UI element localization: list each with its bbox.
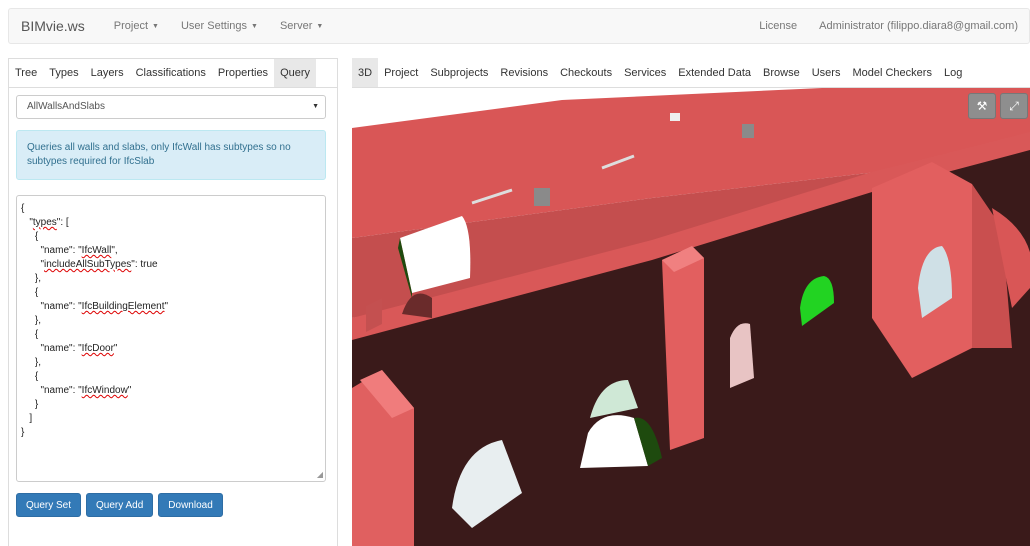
- building-model: [352, 88, 1030, 546]
- tab-classifications[interactable]: Classifications: [130, 59, 212, 87]
- top-navbar: BIMvie.ws Project ▼ User Settings ▼ Server…: [8, 8, 1030, 44]
- tab-layers[interactable]: Layers: [85, 59, 130, 87]
- menu-user-settings[interactable]: User Settings ▼: [170, 20, 269, 32]
- fixture-box: [742, 124, 754, 138]
- window-arched: [730, 323, 754, 388]
- 3d-viewer-canvas[interactable]: ⚒ ⤢: [352, 88, 1030, 546]
- license-link[interactable]: License: [748, 20, 808, 32]
- chevron-down-icon: ▼: [312, 103, 319, 110]
- wrench-icon[interactable]: ⚒: [968, 93, 996, 119]
- expand-icon[interactable]: ⤢: [1000, 93, 1028, 119]
- tab-users[interactable]: Users: [806, 58, 847, 87]
- tab-browse[interactable]: Browse: [757, 58, 806, 87]
- query-add-button[interactable]: Query Add: [86, 493, 154, 517]
- caret-down-icon: ▼: [251, 22, 258, 30]
- menu-server-label: Server: [279, 20, 313, 32]
- tab-project[interactable]: Project: [378, 58, 424, 87]
- tab-log[interactable]: Log: [938, 58, 968, 87]
- menu-project-label: Project: [113, 20, 149, 32]
- left-panel: Tree Types Layers Classifications Proper…: [8, 58, 338, 546]
- query-select-value: AllWallsAndSlabs: [27, 101, 105, 112]
- tab-checkouts[interactable]: Checkouts: [554, 58, 618, 87]
- tab-properties[interactable]: Properties: [212, 59, 274, 87]
- query-button-row: Query Set Query Add Download: [16, 493, 223, 517]
- tab-tree[interactable]: Tree: [9, 59, 43, 87]
- query-editor[interactable]: { "types": [ { "name": "IfcWall", "inclu…: [16, 195, 326, 482]
- menu-project[interactable]: Project ▼: [103, 20, 170, 32]
- fixture-box: [534, 188, 550, 206]
- caret-down-icon: ▼: [152, 22, 159, 30]
- caret-down-icon: ▼: [316, 22, 324, 30]
- tab-query[interactable]: Query: [274, 59, 317, 87]
- query-select[interactable]: AllWallsAndSlabs ▼: [16, 95, 326, 119]
- fixture-box: [670, 113, 680, 121]
- tab-3d[interactable]: 3D: [352, 58, 379, 87]
- tab-revisions[interactable]: Revisions: [494, 58, 554, 87]
- menu-server[interactable]: Server ▼: [269, 20, 334, 32]
- tab-extended-data[interactable]: Extended Data: [672, 58, 757, 87]
- query-code: { "types": [ { "name": "IfcWall", "inclu…: [21, 203, 169, 438]
- left-tabs: Tree Types Layers Classifications Proper…: [9, 59, 337, 88]
- right-panel: 3D Project Subprojects Revisions Checkou…: [352, 58, 1030, 546]
- resize-handle-icon[interactable]: ◢: [317, 470, 323, 479]
- brand-logo[interactable]: BIMvie.ws: [9, 18, 97, 34]
- query-info-alert: Queries all walls and slabs, only IfcWal…: [16, 130, 326, 180]
- download-button[interactable]: Download: [158, 493, 223, 517]
- right-tabs: 3D Project Subprojects Revisions Checkou…: [352, 58, 1030, 88]
- tab-subprojects[interactable]: Subprojects: [424, 58, 494, 87]
- tab-types[interactable]: Types: [43, 59, 84, 87]
- user-menu[interactable]: Administrator (filippo.diara8@gmail.com): [808, 20, 1029, 32]
- tab-services[interactable]: Services: [618, 58, 672, 87]
- tab-model-checkers[interactable]: Model Checkers: [846, 58, 937, 87]
- menu-user-settings-label: User Settings: [180, 20, 248, 32]
- query-set-button[interactable]: Query Set: [16, 493, 82, 517]
- navbar-right: License Administrator (filippo.diara8@gm…: [748, 20, 1029, 32]
